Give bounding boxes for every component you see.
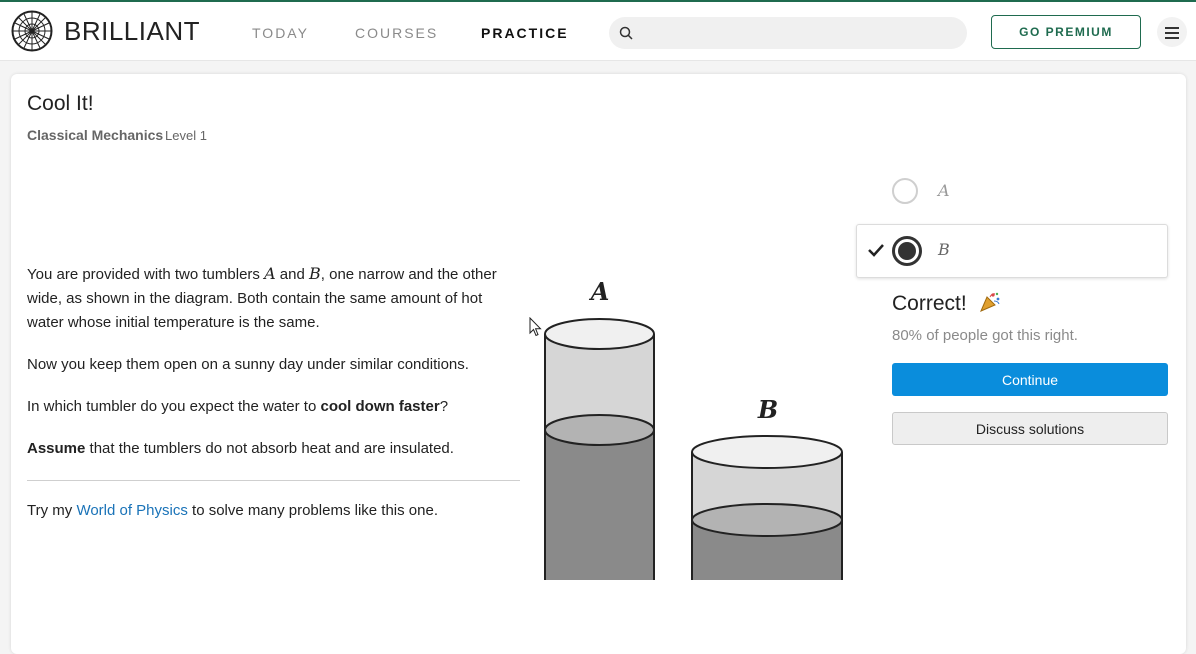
search-input[interactable] — [643, 21, 957, 47]
brilliant-logo-icon[interactable] — [11, 10, 53, 52]
nav-practice[interactable]: PRACTICE — [481, 25, 569, 41]
answer-option-b[interactable]: B — [856, 224, 1168, 278]
brand-name[interactable]: BRILLIANT — [64, 16, 200, 47]
level-label: Level 1 — [165, 128, 207, 143]
math-var-a: A — [264, 264, 276, 283]
mouse-cursor-icon — [529, 317, 542, 337]
discuss-solutions-button[interactable]: Discuss solutions — [892, 412, 1168, 445]
go-premium-button[interactable]: GO PREMIUM — [991, 15, 1141, 49]
answer-option-b-label: B — [938, 240, 950, 259]
party-popper-icon — [980, 292, 1000, 312]
problem-paragraph-1: You are provided with two tumblers A and… — [27, 264, 497, 331]
radio-selected-icon[interactable] — [892, 236, 922, 266]
problem-text: You are provided with two tumblers A and… — [27, 262, 522, 479]
radio-unselected-icon[interactable] — [892, 178, 918, 204]
promo-text: Try my World of Physics to solve many pr… — [27, 502, 438, 519]
search-bar[interactable] — [609, 17, 967, 49]
answer-option-a-label: A — [938, 181, 950, 200]
problem-paragraph-2: Now you keep them open on a sunny day un… — [27, 356, 469, 373]
tumbler-a: A — [544, 277, 655, 580]
problem-paragraph-4: Assume that the tumblers do not absorb h… — [27, 440, 454, 457]
hamburger-icon[interactable] — [1157, 17, 1187, 47]
problem-paragraph-3: In which tumbler do you expect the water… — [27, 398, 449, 415]
tumbler-b: B — [691, 395, 843, 580]
math-var-b: B — [309, 264, 321, 283]
nav-courses[interactable]: COURSES — [355, 25, 438, 41]
page-title: Cool It! — [27, 92, 94, 115]
tumbler-b-label: B — [757, 395, 778, 424]
answer-option-a[interactable]: A — [876, 178, 1166, 206]
header: BRILLIANT TODAY COURSES PRACTICE GO PREM… — [0, 2, 1196, 61]
nav-today[interactable]: TODAY — [252, 25, 309, 41]
success-rate: 80% of people got this right. — [892, 327, 1078, 344]
course-link[interactable]: Classical Mechanics — [27, 127, 163, 143]
tumbler-diagram: A B — [544, 277, 843, 580]
continue-button[interactable]: Continue — [892, 363, 1168, 396]
tumbler-a-label: A — [589, 277, 610, 306]
divider — [27, 480, 520, 481]
world-of-physics-link[interactable]: World of Physics — [76, 502, 187, 519]
result-heading: Correct! — [892, 292, 967, 315]
checkmark-icon — [868, 244, 884, 257]
search-icon — [619, 26, 633, 40]
